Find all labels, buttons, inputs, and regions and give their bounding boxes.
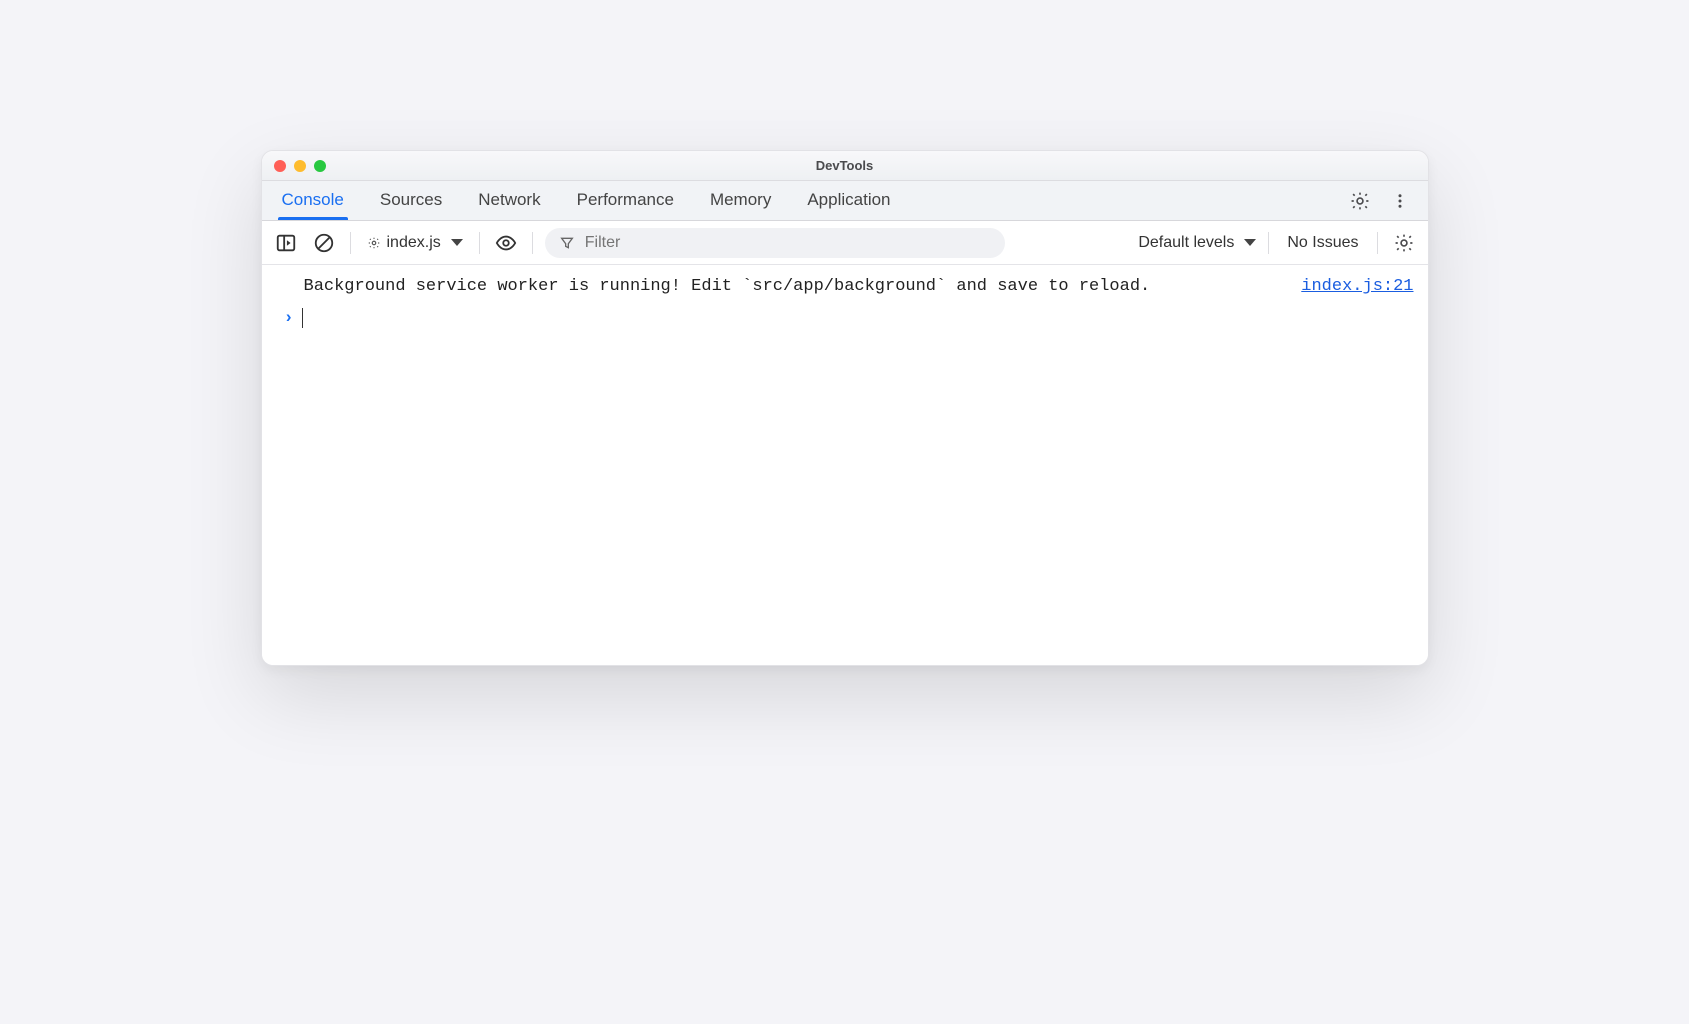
zoom-window-button[interactable] xyxy=(314,160,326,172)
window-title: DevTools xyxy=(262,158,1428,173)
console-prompt[interactable]: › xyxy=(276,302,1414,328)
clear-icon xyxy=(313,232,335,254)
settings-button[interactable] xyxy=(1346,187,1374,215)
chevron-down-icon xyxy=(451,239,463,246)
log-message: Background service worker is running! Ed… xyxy=(304,277,1276,296)
issues-button[interactable]: No Issues xyxy=(1281,234,1364,252)
gear-small-icon xyxy=(367,236,381,250)
sidebar-icon xyxy=(275,232,297,254)
text-cursor xyxy=(302,308,303,328)
eye-icon xyxy=(494,232,518,254)
divider xyxy=(532,232,533,254)
gear-icon xyxy=(1349,190,1371,212)
filter-input[interactable] xyxy=(585,234,991,252)
titlebar: DevTools xyxy=(262,151,1428,181)
prompt-caret-icon: › xyxy=(284,309,294,328)
traffic-lights xyxy=(262,160,326,172)
clear-console-button[interactable] xyxy=(310,229,338,257)
console-toolbar: index.js Default levels xyxy=(262,221,1428,265)
more-menu-button[interactable] xyxy=(1386,187,1414,215)
tab-memory[interactable]: Memory xyxy=(706,182,775,219)
log-entry: Background service worker is running! Ed… xyxy=(276,273,1414,302)
toggle-sidebar-button[interactable] xyxy=(272,229,300,257)
console-settings-button[interactable] xyxy=(1390,229,1418,257)
devtools-window: DevTools Console Sources Network Perform… xyxy=(261,150,1429,666)
tab-network[interactable]: Network xyxy=(474,182,544,219)
close-window-button[interactable] xyxy=(274,160,286,172)
levels-label: Default levels xyxy=(1138,234,1234,252)
minimize-window-button[interactable] xyxy=(294,160,306,172)
filter-icon xyxy=(559,235,575,251)
chevron-down-icon xyxy=(1244,239,1256,246)
tabs-row: Console Sources Network Performance Memo… xyxy=(262,181,1428,221)
live-expression-button[interactable] xyxy=(492,229,520,257)
tab-performance[interactable]: Performance xyxy=(573,182,678,219)
filter-box[interactable] xyxy=(545,228,1005,258)
tab-application[interactable]: Application xyxy=(803,182,894,219)
tab-sources[interactable]: Sources xyxy=(376,182,446,219)
log-source-link[interactable]: index.js:21 xyxy=(1287,277,1413,296)
context-selector[interactable]: index.js xyxy=(363,232,467,254)
divider xyxy=(350,232,351,254)
gear-icon xyxy=(1393,232,1415,254)
console-output: Background service worker is running! Ed… xyxy=(262,265,1428,665)
issues-label: No Issues xyxy=(1287,234,1358,251)
tabs-right xyxy=(1346,187,1420,215)
tabs: Console Sources Network Performance Memo… xyxy=(278,182,1346,219)
context-label: index.js xyxy=(387,234,441,252)
divider xyxy=(1268,232,1269,254)
kebab-icon xyxy=(1391,190,1409,212)
divider xyxy=(479,232,480,254)
tab-console[interactable]: Console xyxy=(278,182,348,219)
log-levels-selector[interactable]: Default levels xyxy=(1138,234,1256,252)
divider xyxy=(1377,232,1378,254)
